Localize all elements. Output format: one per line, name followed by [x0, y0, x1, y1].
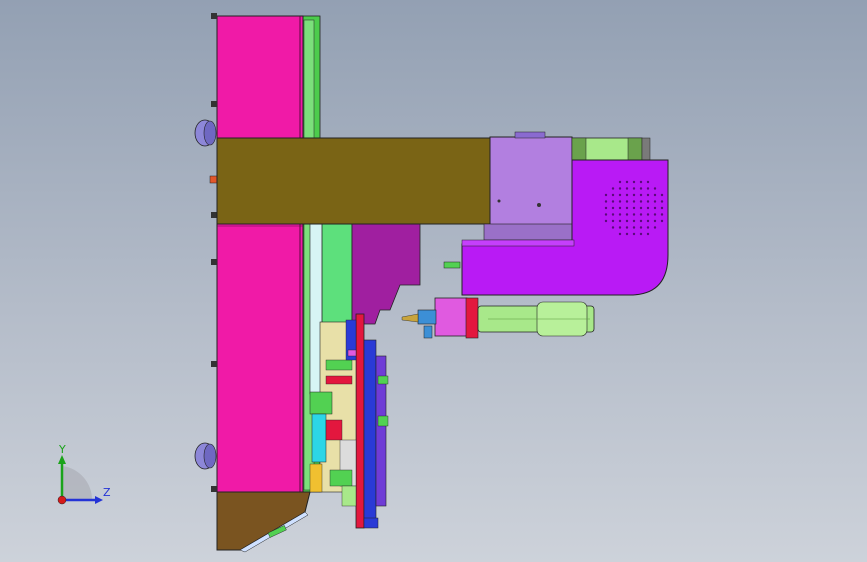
vent-hole: [611, 206, 615, 210]
vent-hole: [625, 200, 629, 203]
vent-hole: [639, 213, 643, 216]
vent-hole: [646, 180, 650, 184]
vent-hole: [611, 193, 615, 197]
bracket[interactable]: [483, 131, 575, 241]
vent-hole: [625, 232, 629, 236]
drum-pulley: [571, 137, 651, 161]
vent-hole: [653, 219, 657, 223]
vent-hole: [653, 206, 657, 210]
vent-hole: [646, 187, 650, 190]
vent-hole: [639, 232, 643, 236]
vent-hole: [611, 187, 615, 190]
axis-triad: [57, 455, 103, 505]
vent-hole: [653, 187, 657, 190]
connector-fitting: [443, 261, 461, 269]
base-wedge: [216, 491, 311, 553]
vent-hole: [632, 193, 636, 197]
vent-hole: [632, 213, 636, 216]
vent-hole: [632, 200, 636, 203]
vent-hole: [639, 200, 643, 203]
vent-hole: [646, 226, 650, 229]
vent-hole: [625, 206, 629, 210]
vent-hole: [618, 206, 622, 210]
vent-hole: [653, 193, 657, 197]
vent-hole: [618, 180, 622, 184]
vent-hole: [618, 193, 622, 197]
vent-hole: [660, 200, 664, 203]
vent-hole: [618, 200, 622, 203]
axis-z-label: Z: [103, 486, 111, 499]
vent-hole: [604, 213, 608, 216]
vent-hole: [639, 187, 643, 190]
vent-hole: [660, 193, 664, 197]
vent-hole: [611, 213, 615, 216]
vent-hole: [618, 226, 622, 229]
vent-hole: [646, 206, 650, 210]
vent-hole: [618, 187, 622, 190]
vent-hole: [632, 180, 636, 184]
violet-block: [351, 223, 421, 325]
vent-hole: [639, 226, 643, 229]
vent-hole: [625, 193, 629, 197]
vent-hole: [625, 226, 629, 229]
vent-hole: [646, 200, 650, 203]
vent-hole: [618, 213, 622, 216]
knob-lower[interactable]: [194, 442, 217, 470]
vent-hole: [653, 226, 657, 229]
vent-hole: [604, 193, 608, 197]
actuator-block[interactable]: [401, 297, 479, 339]
vent-hole: [611, 200, 615, 203]
left-edge-bolts: [209, 13, 218, 492]
main-plate[interactable]: [216, 15, 304, 493]
assembly-model[interactable]: [0, 0, 867, 562]
vent-hole: [625, 219, 629, 223]
vent-hole: [660, 219, 664, 223]
vent-hole: [618, 219, 622, 223]
vent-hole: [611, 219, 615, 223]
vent-hole: [632, 187, 636, 190]
vent-hole: [653, 200, 657, 203]
vent-hole: [632, 226, 636, 229]
vent-hole: [632, 232, 636, 236]
vent-hole: [625, 213, 629, 216]
vent-hole: [618, 232, 622, 236]
pneumatic-cylinder[interactable]: [477, 301, 595, 337]
vent-hole: [646, 193, 650, 197]
vent-hole: [632, 206, 636, 210]
vent-hole: [625, 187, 629, 190]
vent-hole: [646, 213, 650, 216]
horizontal-beam[interactable]: [216, 137, 491, 225]
vent-hole: [653, 213, 657, 216]
vent-hole: [604, 219, 608, 223]
vent-hole: [660, 206, 664, 210]
vent-hole: [604, 206, 608, 210]
vent-hole: [639, 180, 643, 184]
vent-hole: [639, 219, 643, 223]
axis-y-label: Y: [59, 443, 66, 456]
vent-hole: [639, 193, 643, 197]
knob-upper[interactable]: [194, 119, 217, 147]
vent-hole: [646, 219, 650, 223]
vent-hole: [639, 206, 643, 210]
vent-hole: [611, 226, 615, 229]
vent-hole: [660, 213, 664, 216]
vent-hole: [632, 219, 636, 223]
vent-hole: [604, 200, 608, 203]
vent-grid: [604, 180, 664, 236]
vent-hole: [625, 180, 629, 184]
cad-viewport[interactable]: Y Z: [0, 0, 867, 562]
vent-hole: [646, 232, 650, 236]
